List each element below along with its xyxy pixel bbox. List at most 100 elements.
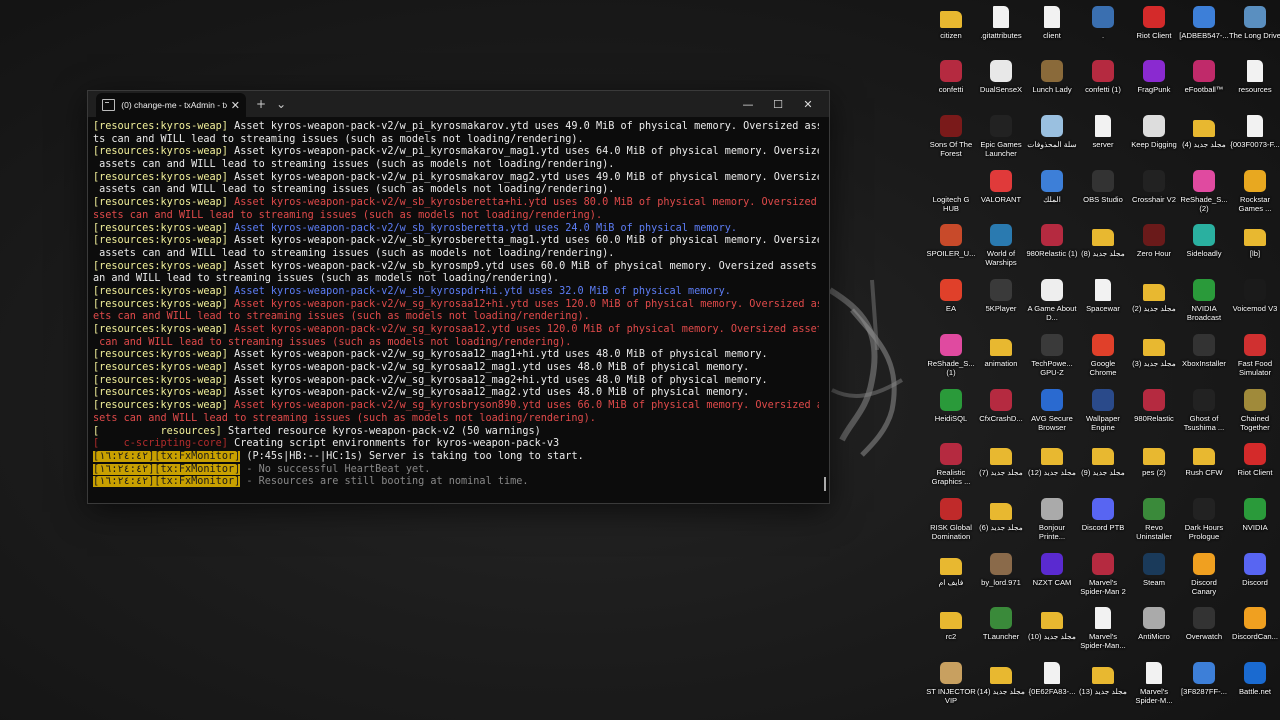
desktop-icon[interactable]: Bonjour Printe... [1026,498,1078,541]
desktop-icon[interactable]: Steam [1128,553,1180,587]
desktop-icon[interactable]: [ADBEB547-... [1178,6,1230,40]
desktop-icon[interactable]: الملك [1026,170,1078,204]
desktop-icon[interactable]: Dark Hours Prologue [1178,498,1230,541]
desktop-icon[interactable]: CfxCrashD... [975,389,1027,423]
desktop-icon[interactable]: Overwatch [1178,607,1230,641]
desktop-icon[interactable]: Keep Digging [1128,115,1180,149]
tab-txadmin[interactable]: (0) change-me - txAdmin - txA ✕ [96,93,246,117]
desktop-icon[interactable]: by_lord.971 [975,553,1027,587]
terminal-window[interactable]: (0) change-me - txAdmin - txA ✕ + ⌄ — ☐ … [87,90,830,504]
desktop-icon[interactable]: NVIDIA [1229,498,1280,532]
desktop-icon[interactable]: confetti (1) [1077,60,1129,94]
desktop-icon[interactable]: Riot Client [1128,6,1180,40]
desktop-icon[interactable]: Wallpaper Engine [1077,389,1129,432]
desktop-icon[interactable]: . [1077,6,1129,40]
desktop-icon[interactable]: Epic Games Launcher [975,115,1027,158]
desktop-icon[interactable]: DiscordCan... [1229,607,1280,641]
desktop-icon[interactable]: مجلد جديد (12) [1026,443,1078,477]
desktop-icon[interactable]: Riot Client [1229,443,1280,477]
desktop-icon[interactable]: Discord PTB [1077,498,1129,532]
desktop-icon[interactable]: SPOILER_U... [925,224,977,258]
desktop-icon[interactable]: ReShade_S... (1) [925,334,977,377]
desktop-icon[interactable]: Rockstar Games ... [1229,170,1280,213]
desktop-icon[interactable]: Chained Together [1229,389,1280,432]
desktop-icon[interactable]: resources [1229,60,1280,94]
desktop-icon[interactable]: Google Chrome [1077,334,1129,377]
desktop-icon[interactable]: A Game About D... [1026,279,1078,322]
desktop-icon[interactable]: World of Warships [975,224,1027,267]
desktop-icon[interactable]: 980Relastic (1) [1026,224,1078,258]
desktop-icon[interactable]: {0E62FA83-... [1026,662,1078,696]
desktop-icon[interactable]: مجلد جديد (2) [1128,279,1180,313]
desktop-icon[interactable]: Voicemod V3 [1229,279,1280,313]
desktop-icon[interactable]: rc2 [925,607,977,641]
desktop-icon[interactable]: .gitattributes [975,6,1027,40]
desktop-icon[interactable]: Ghost of Tsushima ... [1178,389,1230,432]
desktop-icon[interactable]: ST INJECTOR VIP [925,662,977,705]
new-tab-button[interactable]: + [256,97,266,111]
desktop-icon[interactable]: مجلد جديد (7) [975,443,1027,477]
desktop-icon[interactable]: Zero Hour [1128,224,1180,258]
desktop-icon[interactable]: TLauncher [975,607,1027,641]
desktop-icon[interactable]: XboxInstaller [1178,334,1230,368]
console-output[interactable]: [resources:kyros-weap] Asset kyros-weapo… [93,121,819,497]
desktop-icon[interactable]: pes (2) [1128,443,1180,477]
tab-close-icon[interactable]: ✕ [231,99,240,112]
chevron-down-icon[interactable]: ⌄ [276,97,286,111]
desktop-icon[interactable]: VALORANT [975,170,1027,204]
desktop-icon[interactable]: Revo Uninstaller [1128,498,1180,541]
scrollbar[interactable] [824,477,826,491]
desktop-icon[interactable]: Realistic Graphics ... [925,443,977,486]
close-button[interactable]: ✕ [793,98,823,111]
desktop-icon[interactable]: Logitech G HUB [925,170,977,213]
desktop-icon[interactable]: 5KPlayer [975,279,1027,313]
desktop-icon[interactable]: server [1077,115,1129,149]
maximize-button[interactable]: ☐ [763,98,793,111]
desktop-icon[interactable]: مجلد جديد (14) [975,662,1027,696]
prompt-cursor[interactable] [93,489,819,497]
desktop-icon[interactable]: Spacewar [1077,279,1129,313]
desktop-icon[interactable]: [lb] [1229,224,1280,258]
desktop-icon[interactable]: [3F8287FF-... [1178,662,1230,696]
desktop-icon[interactable]: eFootball™ [1178,60,1230,94]
desktop-icon[interactable]: Discord [1229,553,1280,587]
desktop-icon[interactable]: OBS Studio [1077,170,1129,204]
desktop-icon[interactable]: Fast Food Simulator [1229,334,1280,377]
desktop-icon[interactable]: Discord Canary [1178,553,1230,596]
desktop-icon[interactable]: AVG Secure Browser [1026,389,1078,432]
minimize-button[interactable]: — [733,98,763,111]
desktop-icon[interactable]: EA [925,279,977,313]
desktop-icon[interactable]: HeidiSQL [925,389,977,423]
desktop-icon[interactable]: {003F0073-F... [1229,115,1280,149]
desktop-icon[interactable]: Crosshair V2 [1128,170,1180,204]
desktop-icon[interactable]: Marvel's Spider-Man 2 [1077,553,1129,596]
desktop-icon[interactable]: مجلد جديد (9) [1077,443,1129,477]
desktop-icon[interactable]: Rush CFW [1178,443,1230,477]
desktop-icon[interactable]: confetti [925,60,977,94]
desktop-icon[interactable]: ReShade_S... (2) [1178,170,1230,213]
desktop-icon[interactable]: مجلد جديد (3) [1128,334,1180,368]
desktop-icon[interactable]: animation [975,334,1027,368]
title-bar[interactable]: (0) change-me - txAdmin - txA ✕ + ⌄ — ☐ … [88,91,829,117]
desktop-icon[interactable]: Battle.net [1229,662,1280,696]
desktop-icon[interactable]: مجلد جديد (4) [1178,115,1230,149]
desktop-icon[interactable]: citizen [925,6,977,40]
desktop-icon[interactable]: NZXT CAM [1026,553,1078,587]
desktop-icon[interactable]: The Long Drive [1229,6,1280,40]
desktop-icon[interactable]: Sideloadly [1178,224,1230,258]
desktop-icon[interactable]: Marvel's Spider-M... [1128,662,1180,705]
desktop-icon[interactable]: مجلد جديد (10) [1026,607,1078,641]
desktop-icon[interactable]: TechPowe... GPU-Z [1026,334,1078,377]
desktop-icon[interactable]: client [1026,6,1078,40]
desktop-icon[interactable]: Sons Of The Forest [925,115,977,158]
desktop-icon[interactable]: DualSenseX [975,60,1027,94]
desktop-icon[interactable]: سلة المحذوفات [1026,115,1078,149]
desktop-icon[interactable]: FragPunk [1128,60,1180,94]
desktop-icon[interactable]: Marvel's Spider-Man... [1077,607,1129,650]
desktop-icon[interactable]: Lunch Lady [1026,60,1078,94]
desktop-icon[interactable]: 980Relastic [1128,389,1180,423]
desktop-icon[interactable]: مجلد جديد (13) [1077,662,1129,696]
desktop-icon[interactable]: RISK Global Domination [925,498,977,541]
desktop-icon[interactable]: مجلد جديد (6) [975,498,1027,532]
desktop-icon[interactable]: NVIDIA Broadcast [1178,279,1230,322]
